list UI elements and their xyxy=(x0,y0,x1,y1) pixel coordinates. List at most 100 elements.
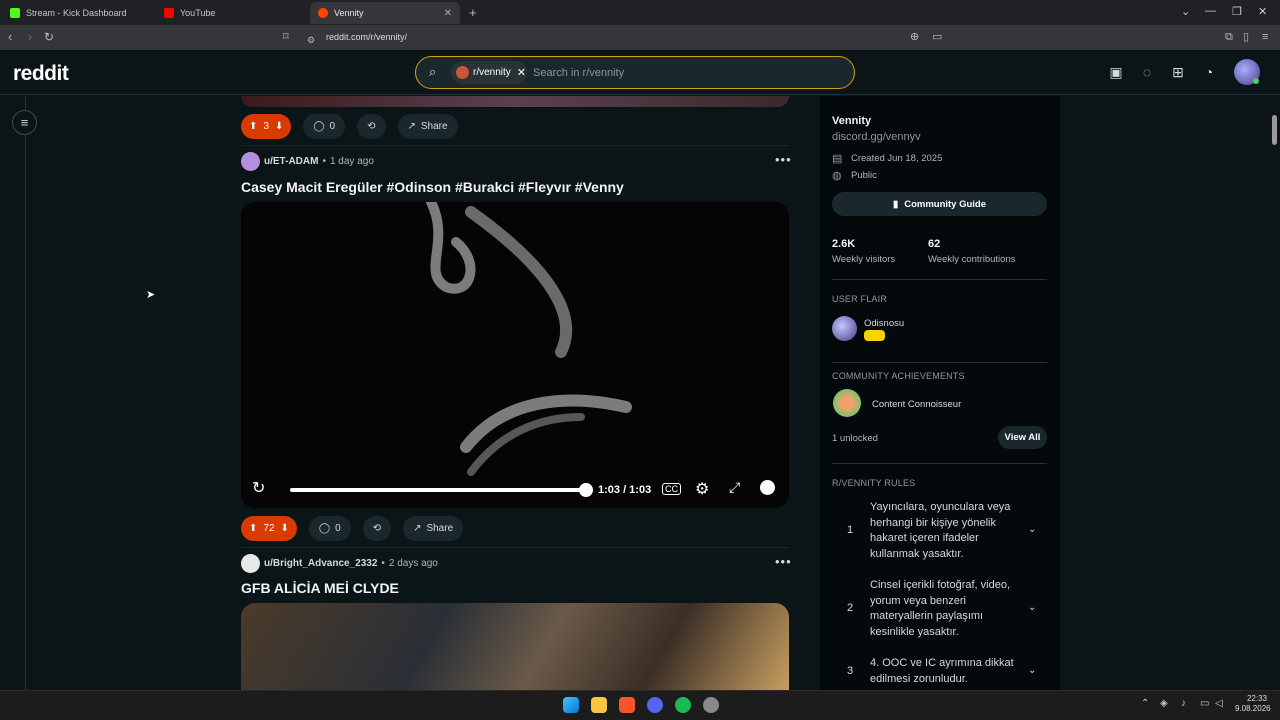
vote-count: 3 xyxy=(263,121,269,132)
browser-address-bar: ‹ › ↻ ⌑ ⚙ reddit.com/r/vennity/ ⊕ ▭ ⧉ ▯ … xyxy=(0,25,1280,70)
post-meta: u/Bright_Advance_2332 • 2 days ago xyxy=(241,554,438,573)
rule-number: 2 xyxy=(847,602,854,614)
fullscreen-icon[interactable]: ⤢ xyxy=(729,479,740,496)
extensions-icon[interactable]: ⧉ xyxy=(1225,30,1233,44)
meta-separator: • xyxy=(322,156,326,167)
create-post-icon[interactable]: ⊞ xyxy=(1169,63,1187,81)
reload-icon[interactable]: ↻ xyxy=(44,30,54,44)
zoom-icon[interactable]: ⊕ xyxy=(910,30,919,44)
previous-post-media[interactable] xyxy=(241,96,789,107)
site-info-icon[interactable]: ⚙ xyxy=(307,33,315,47)
book-icon: ▮ xyxy=(892,198,899,210)
back-icon[interactable]: ‹ xyxy=(8,30,12,44)
file-explorer-icon[interactable] xyxy=(591,697,607,713)
forward-icon[interactable]: › xyxy=(28,30,32,44)
spotify-icon[interactable] xyxy=(675,697,691,713)
video-scrubber-handle[interactable] xyxy=(579,483,593,497)
post-actions: ⬆ 3 ⬇ ◯ 0 ⟲ ↗ Share xyxy=(241,114,458,139)
bookmark-icon[interactable]: ⌑ xyxy=(283,30,289,44)
microphone-icon[interactable]: ♪ xyxy=(1181,698,1186,709)
chevron-down-icon[interactable]: ⌄ xyxy=(1028,602,1036,613)
community-name: Vennity xyxy=(832,115,872,127)
crosspost-button[interactable]: ⟲ xyxy=(357,114,386,139)
tab-kick-dashboard[interactable]: Stream - Kick Dashboard xyxy=(2,2,152,24)
advertise-icon[interactable]: ▣ xyxy=(1107,63,1125,81)
post-author[interactable]: u/ET-ADAM xyxy=(264,156,318,167)
share-button[interactable]: ↗ Share xyxy=(403,516,464,541)
new-tab-button[interactable]: + xyxy=(469,5,477,20)
tab-list-chevron-icon[interactable]: ⌄ xyxy=(1181,5,1190,18)
volume-icon[interactable] xyxy=(760,480,775,495)
upvote-icon[interactable]: ⬆ xyxy=(249,121,257,132)
rule-item[interactable]: 3 4. OOC ve IC ayrımına dikkat edilmesi … xyxy=(832,653,1047,689)
user-avatar-small[interactable] xyxy=(241,554,260,573)
tab-label: YouTube xyxy=(180,8,216,18)
discord-icon[interactable] xyxy=(647,697,663,713)
replay-icon[interactable]: ↻ xyxy=(252,478,265,498)
view-all-button[interactable]: View All xyxy=(998,426,1047,449)
search-icon: ⌕ xyxy=(429,64,437,79)
comments-button[interactable]: ◯ 0 xyxy=(308,516,351,541)
tab-youtube[interactable]: YouTube xyxy=(156,2,306,24)
post-options-icon[interactable]: ••• xyxy=(775,554,792,569)
search-input[interactable]: Search in r/vennity xyxy=(533,67,624,79)
vote-count: 72 xyxy=(263,523,275,534)
tray-chevron-icon[interactable]: ⌃ xyxy=(1141,698,1149,709)
tab-vennity[interactable]: Vennity ✕ xyxy=(310,2,460,24)
vote-control[interactable]: ⬆ 72 ⬇ xyxy=(241,516,297,541)
settings-gear-icon[interactable]: ⚙ xyxy=(695,479,709,499)
crosspost-icon: ⟲ xyxy=(372,523,382,534)
chat-icon[interactable]: ◌ xyxy=(1138,63,1156,81)
notifications-icon[interactable]: ◔ xyxy=(1200,63,1218,81)
upvote-icon[interactable]: ⬆ xyxy=(249,523,257,534)
user-flair-heading: USER FLAIR xyxy=(832,294,888,304)
post-media[interactable] xyxy=(241,603,789,693)
community-link[interactable]: discord.gg/vennyv xyxy=(832,131,921,143)
network-icon[interactable]: ▭ xyxy=(1200,698,1209,709)
windows-start-icon[interactable] xyxy=(563,697,579,713)
cast-icon[interactable]: ▭ xyxy=(932,30,942,44)
menu-icon[interactable]: ≡ xyxy=(1262,30,1268,44)
hamburger-menu-icon[interactable]: ≡ xyxy=(12,110,37,135)
video-player[interactable]: ↻ 1:03 / 1:03 CC ⚙ ⤢ xyxy=(241,202,789,508)
rules-heading: R/VENNITY RULES xyxy=(832,478,916,488)
left-rail xyxy=(0,96,26,690)
community-guide-button[interactable]: ▮ Community Guide xyxy=(832,192,1047,216)
share-button[interactable]: ↗ Share xyxy=(397,114,458,139)
brave-browser-icon[interactable] xyxy=(619,697,635,713)
video-progress-track[interactable] xyxy=(290,488,586,492)
crosspost-button[interactable]: ⟲ xyxy=(362,516,392,541)
downvote-icon[interactable]: ⬇ xyxy=(281,523,289,534)
post-author[interactable]: u/Bright_Advance_2332 xyxy=(264,558,377,569)
flair-username[interactable]: Odisnosu xyxy=(864,318,904,329)
comments-button[interactable]: ◯ 0 xyxy=(303,114,346,139)
reddit-logo[interactable]: reddit xyxy=(13,62,69,86)
system-clock[interactable]: 22:33 9.08.2026 xyxy=(1235,694,1271,714)
vote-control[interactable]: ⬆ 3 ⬇ xyxy=(241,114,292,139)
page-scrollbar[interactable] xyxy=(1272,115,1277,145)
close-window-button[interactable]: ✕ xyxy=(1258,5,1267,18)
maximize-button[interactable]: ❐ xyxy=(1232,5,1242,18)
search-subreddit-chip[interactable]: r/vennity ✕ xyxy=(451,61,527,84)
tray-app-icon[interactable]: ◈ xyxy=(1160,698,1168,709)
cake-icon: ▤ xyxy=(832,153,843,165)
user-avatar-small[interactable] xyxy=(241,152,260,171)
post-time: 1 day ago xyxy=(329,156,374,167)
close-tab-icon[interactable]: ✕ xyxy=(444,8,452,19)
clear-chip-icon[interactable]: ✕ xyxy=(517,66,526,79)
downvote-icon[interactable]: ⬇ xyxy=(275,121,283,132)
chevron-down-icon[interactable]: ⌄ xyxy=(1028,524,1036,535)
post-options-icon[interactable]: ••• xyxy=(775,152,792,167)
crosspost-icon: ⟲ xyxy=(367,121,376,132)
rule-item[interactable]: 1 Yayıncılara, oyunculara veya herhangi … xyxy=(832,497,1047,567)
rule-item[interactable]: 2 Cinsel içerikli fotoğraf, video, yorum… xyxy=(832,575,1047,645)
post-title[interactable]: GFB ALİCİA MEİ CLYDE xyxy=(241,580,399,596)
url-field[interactable]: reddit.com/r/vennity/ xyxy=(326,32,407,42)
app-icon[interactable] xyxy=(703,697,719,713)
chevron-down-icon[interactable]: ⌄ xyxy=(1028,665,1036,676)
captions-icon[interactable]: CC xyxy=(662,483,681,495)
speaker-icon[interactable]: ◁ xyxy=(1215,698,1223,709)
post-title[interactable]: Casey Macit Eregüler #Odinson #Burakci #… xyxy=(241,179,624,195)
minimize-button[interactable]: — xyxy=(1205,5,1216,17)
sidebar-toggle-icon[interactable]: ▯ xyxy=(1243,30,1249,44)
